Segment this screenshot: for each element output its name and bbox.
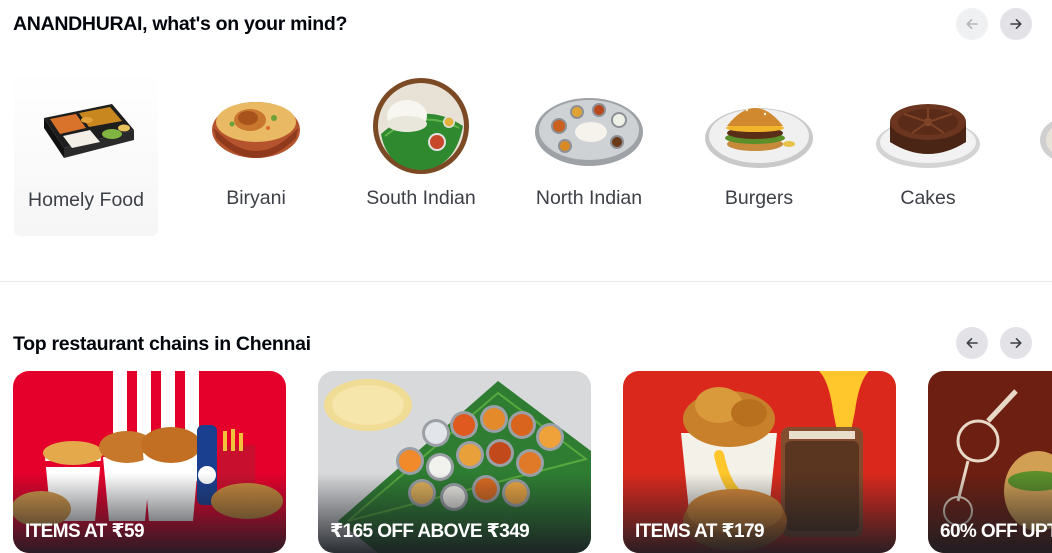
restaurant-card-kfc[interactable]: ITEMS AT ₹59 — [13, 371, 286, 553]
offer-label: ITEMS AT ₹59 — [25, 521, 145, 542]
cake-image — [876, 104, 980, 168]
biryani-image — [212, 102, 300, 158]
arrow-left-icon — [966, 338, 978, 348]
mind-prev-button[interactable] — [956, 8, 988, 40]
south-indian-image — [373, 78, 469, 174]
cuisine-item-south-indian[interactable]: South Indian — [349, 70, 493, 236]
offer-label: ₹165 OFF ABOVE ₹349 — [330, 521, 530, 542]
mind-section-title: ANANDHURAI, what's on your mind? — [13, 13, 348, 35]
cuisine-label: South Indian — [366, 187, 476, 209]
cuisine-label: Homely Food — [28, 189, 144, 211]
cuisine-carousel: Homely Food Biryani South Indian North I… — [0, 70, 1052, 240]
section-divider — [0, 281, 1052, 282]
cuisine-item-burgers[interactable]: Burgers — [687, 70, 831, 236]
cuisine-item-north-indian[interactable]: North Indian — [517, 70, 661, 236]
restaurant-card-partial[interactable]: 60% OFF UPTO — [928, 371, 1052, 553]
mind-next-button[interactable] — [1000, 8, 1032, 40]
restaurant-card-mcdonalds[interactable]: ITEMS AT ₹179 — [623, 371, 896, 553]
cuisine-label: North Indian — [535, 187, 643, 209]
offer-label: 60% OFF UPTO — [940, 521, 1052, 542]
chains-section-title: Top restaurant chains in Chennai — [13, 333, 311, 355]
cuisine-item-homely-food[interactable]: Homely Food — [14, 70, 158, 236]
chains-prev-button[interactable] — [956, 327, 988, 359]
restaurant-card-meals[interactable]: ₹165 OFF ABOVE ₹349 — [318, 371, 591, 553]
cuisine-item-biryani[interactable]: Biryani — [184, 70, 328, 236]
chains-section-header: Top restaurant chains in Chennai — [0, 320, 1052, 368]
burger-image — [705, 104, 813, 168]
restaurant-carousel: ITEMS AT ₹59 ₹165 OFF ABOVE ₹349 ITEMS A… — [0, 371, 1052, 553]
arrow-left-icon — [966, 19, 978, 29]
cuisine-item-partial[interactable] — [1030, 70, 1052, 236]
mind-section-header: ANANDHURAI, what's on your mind? — [0, 0, 1052, 48]
arrow-right-icon — [1010, 19, 1022, 29]
cuisine-label: Burgers — [724, 187, 794, 209]
offer-label: ITEMS AT ₹179 — [635, 521, 765, 542]
cuisine-label: Cakes — [900, 187, 956, 209]
north-indian-image — [535, 98, 643, 166]
chains-next-button[interactable] — [1000, 327, 1032, 359]
cuisine-item-cakes[interactable]: Cakes — [856, 70, 1000, 236]
food-image — [1040, 121, 1052, 159]
cuisine-label: Biryani — [226, 187, 286, 209]
arrow-right-icon — [1010, 338, 1022, 348]
thali-box-image — [44, 104, 134, 158]
